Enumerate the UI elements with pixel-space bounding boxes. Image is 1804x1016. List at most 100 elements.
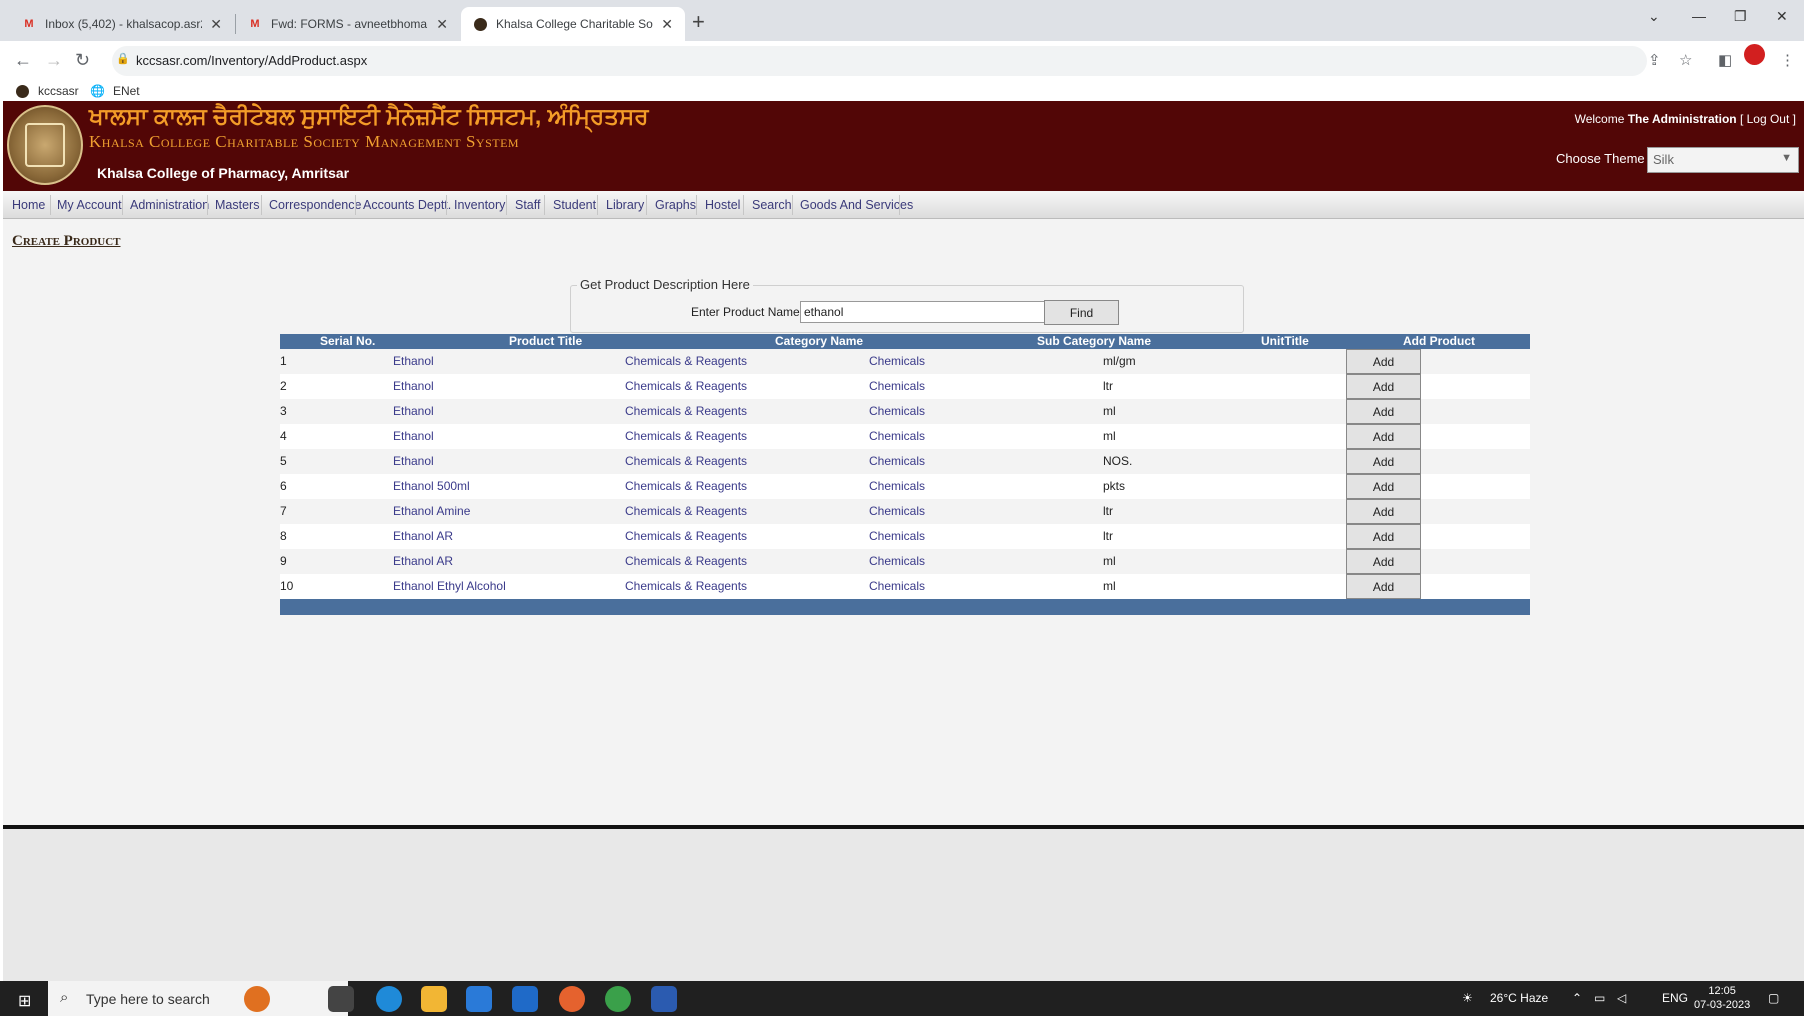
- menu-home[interactable]: Home: [12, 198, 45, 212]
- close-icon[interactable]: ✕: [436, 16, 448, 33]
- network-icon[interactable]: ▭: [1594, 991, 1605, 1005]
- logout-link[interactable]: [ Log Out ]: [1740, 112, 1796, 126]
- kebab-menu-icon[interactable]: ⋮: [1780, 51, 1795, 69]
- main-menu: Home My Account Administration Masters C…: [3, 191, 1804, 219]
- menu-library[interactable]: Library: [606, 198, 644, 212]
- forward-icon[interactable]: →: [45, 50, 63, 71]
- user-name: The Administration: [1627, 112, 1737, 126]
- browser-tab-bar: M Inbox (5,402) - khalsacop.asr200 ✕ M F…: [0, 0, 1804, 41]
- minimize-icon[interactable]: —: [1692, 8, 1706, 24]
- tab-gmail-inbox[interactable]: M Inbox (5,402) - khalsacop.asr200 ✕: [10, 7, 234, 41]
- language-indicator[interactable]: ENG: [1662, 991, 1688, 1005]
- task-view-icon[interactable]: [328, 986, 354, 1012]
- add-product-button[interactable]: Add: [1346, 424, 1421, 449]
- cell-sub: Chemicals: [869, 379, 926, 393]
- add-product-button[interactable]: Add: [1346, 524, 1421, 549]
- menu-student[interactable]: Student: [553, 198, 596, 212]
- menu-inventory[interactable]: Inventory: [454, 198, 505, 212]
- add-product-button[interactable]: Add: [1346, 349, 1421, 374]
- menu-administration[interactable]: Administration: [130, 198, 209, 212]
- profile-avatar[interactable]: [1744, 44, 1765, 65]
- star-icon[interactable]: ☆: [1679, 51, 1692, 69]
- file-explorer-icon[interactable]: [421, 986, 447, 1012]
- menu-my-account[interactable]: My Account: [57, 198, 122, 212]
- cell-category: Chemicals & Reagents: [625, 429, 748, 443]
- bookmark-kccsasr[interactable]: kccsasr: [16, 84, 79, 98]
- menu-divider: [122, 195, 123, 215]
- add-product-button[interactable]: Add: [1346, 399, 1421, 424]
- word-icon[interactable]: [651, 986, 677, 1012]
- menu-search[interactable]: Search: [752, 198, 792, 212]
- people-icon[interactable]: [244, 986, 270, 1012]
- clock[interactable]: 12:05 07-03-2023: [1694, 984, 1750, 1012]
- store-icon[interactable]: [466, 986, 492, 1012]
- add-product-button[interactable]: Add: [1346, 574, 1421, 599]
- tab-title: Inbox (5,402) - khalsacop.asr200: [45, 17, 202, 31]
- taskbar-search[interactable]: ⌕ Type here to search: [48, 981, 348, 1016]
- windows-start-icon[interactable]: ⊞: [18, 991, 31, 1011]
- lock-icon[interactable]: 🔒: [116, 52, 130, 65]
- table-footer: [280, 599, 1530, 615]
- column-sub-category-name: Sub Category Name: [1037, 334, 1152, 348]
- cell-unit: ml: [1103, 404, 1116, 418]
- tray-chevron-icon[interactable]: ⌃: [1572, 991, 1582, 1005]
- theme-select[interactable]: Silk ▼: [1647, 147, 1799, 173]
- bookmark-enet[interactable]: 🌐 ENet: [90, 84, 140, 98]
- table-body: 1 Ethanol Chemicals & Reagents Chemicals ml/…: [280, 349, 1530, 599]
- cell-sub: Chemicals: [869, 354, 926, 368]
- restore-icon[interactable]: ❐: [1734, 8, 1747, 25]
- clock-time: 12:05: [1708, 985, 1736, 997]
- menu-goods-and-services[interactable]: Goods And Services: [800, 198, 913, 212]
- tab-khalsa-college[interactable]: Khalsa College Charitable Societ ✕: [461, 7, 685, 41]
- new-tab-icon[interactable]: +: [692, 9, 705, 35]
- table-row: 4 Ethanol Chemicals & Reagents Chemicals ml A…: [280, 424, 1530, 449]
- add-product-button[interactable]: Add: [1346, 474, 1421, 499]
- cell-sub: Chemicals: [869, 529, 926, 543]
- menu-accounts[interactable]: Accounts Deptt.: [363, 198, 451, 212]
- close-icon[interactable]: ✕: [210, 16, 222, 33]
- table-row: 9 Ethanol AR Chemicals & Reagents Chemicals…: [280, 549, 1530, 574]
- cell-sn: 7: [280, 504, 287, 518]
- table-row: 6 Ethanol 500ml Chemicals & Reagents Chemic…: [280, 474, 1530, 499]
- weather-text[interactable]: 26°C Haze: [1490, 991, 1548, 1005]
- menu-staff[interactable]: Staff: [515, 198, 540, 212]
- sidepanel-icon[interactable]: ◧: [1718, 51, 1732, 69]
- add-product-button[interactable]: Add: [1346, 449, 1421, 474]
- menu-masters[interactable]: Masters: [215, 198, 259, 212]
- reload-icon[interactable]: ↻: [75, 50, 90, 71]
- tab-gmail-forms[interactable]: M Fwd: FORMS - avneetbhoma@gr ✕: [236, 7, 460, 41]
- menu-graphs[interactable]: Graphs: [655, 198, 696, 212]
- cell-category: Chemicals & Reagents: [625, 504, 748, 518]
- share-icon[interactable]: ⇪: [1648, 51, 1661, 69]
- add-product-button[interactable]: Add: [1346, 499, 1421, 524]
- punjabi-site-title: ਖਾਲਸਾ ਕਾਲਜ ਚੈਰੀਟੇਬਲ ਸੁਸਾਇਟੀ ਮੈਨੇਜ਼ਮੈਂਟ ਸ…: [89, 103, 649, 129]
- chrome-icon[interactable]: [605, 986, 631, 1012]
- notification-icon[interactable]: ▢: [1768, 991, 1779, 1005]
- mail-icon[interactable]: [512, 986, 538, 1012]
- cell-unit: ltr: [1103, 504, 1113, 518]
- cell-sub: Chemicals: [869, 429, 926, 443]
- add-product-button[interactable]: Add: [1346, 374, 1421, 399]
- weather-icon[interactable]: ☀: [1462, 991, 1473, 1005]
- back-icon[interactable]: ←: [14, 50, 32, 71]
- table-row: 8 Ethanol AR Chemicals & Reagents Chemicals…: [280, 524, 1530, 549]
- product-name-input[interactable]: [800, 301, 1045, 323]
- page-title: Create Product: [12, 233, 121, 249]
- add-product-button[interactable]: Add: [1346, 549, 1421, 574]
- close-icon[interactable]: ✕: [661, 16, 673, 33]
- edge-icon[interactable]: [376, 986, 402, 1012]
- find-button[interactable]: Find: [1044, 300, 1119, 325]
- column-serial-no: Serial No.: [320, 334, 376, 348]
- cell-sn: 1: [280, 354, 287, 368]
- menu-divider: [207, 195, 208, 215]
- firefox-icon[interactable]: [559, 986, 585, 1012]
- menu-hostel[interactable]: Hostel: [705, 198, 740, 212]
- close-window-icon[interactable]: ✕: [1776, 8, 1788, 25]
- volume-icon[interactable]: ◁: [1617, 991, 1626, 1005]
- menu-divider: [743, 195, 744, 215]
- cell-category: Chemicals & Reagents: [625, 554, 748, 568]
- menu-correspondence[interactable]: Correspondence: [269, 198, 361, 212]
- url-text[interactable]: kccsasr.com/Inventory/AddProduct.aspx: [136, 53, 367, 68]
- tab-search-icon[interactable]: ⌄: [1648, 8, 1660, 25]
- cell-title: Ethanol 500ml: [393, 479, 470, 493]
